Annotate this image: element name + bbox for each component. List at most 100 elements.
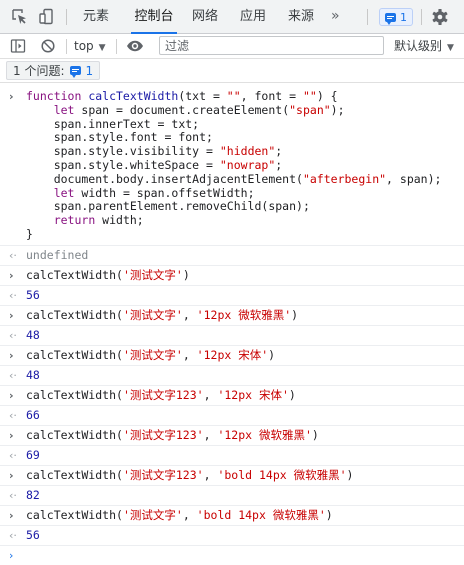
log-level-select[interactable]: 默认级别 ▼ bbox=[394, 34, 454, 58]
code-token: calcTextWidth bbox=[26, 307, 117, 322]
code-punct: ( bbox=[116, 267, 123, 282]
code-token: '测试文字123' bbox=[122, 387, 204, 402]
tab-elements[interactable]: 元素 bbox=[79, 0, 113, 33]
result-value: 56 bbox=[26, 527, 40, 542]
code-token: ); bbox=[330, 102, 345, 117]
console-result-entry: ‹· 69 bbox=[0, 446, 464, 466]
result-value: 56 bbox=[26, 287, 40, 302]
filter-input[interactable] bbox=[159, 36, 384, 55]
code-token: , span); bbox=[386, 171, 442, 186]
code-token: '测试文字' bbox=[122, 347, 183, 362]
tab-console[interactable]: 控制台 bbox=[131, 0, 177, 34]
code-token: '12px 微软雅黑' bbox=[217, 427, 312, 442]
caret-down-icon: ▼ bbox=[98, 43, 106, 53]
code-line: calcTextWidth('测试文字', 'bold 14px 微软雅黑') bbox=[26, 508, 333, 522]
code-line: function calcTextWidth(txt = "", font = … bbox=[26, 89, 460, 104]
issues-badge-count: 1 bbox=[400, 10, 407, 24]
clear-console-icon[interactable] bbox=[40, 38, 56, 54]
code-token: span.style.font = font; bbox=[26, 130, 213, 145]
tab-application[interactable]: 应用 bbox=[238, 0, 268, 33]
code-token: "span" bbox=[289, 102, 331, 117]
console-prompt-line[interactable]: › bbox=[0, 546, 464, 565]
code-token: (txt = bbox=[178, 89, 227, 103]
console-input-entry: › calcTextWidth('测试文字', '12px 微软雅黑') bbox=[0, 306, 464, 326]
code-line: span.style.font = font; bbox=[26, 130, 460, 145]
devtools-tab-bar: 元素 控制台 网络 应用 来源 » 1 bbox=[0, 0, 464, 34]
context-select-value: top bbox=[74, 39, 94, 53]
function-definition: function calcTextWidth(txt = "", font = … bbox=[26, 89, 460, 242]
inspect-icon[interactable] bbox=[11, 8, 29, 26]
input-prompt-icon: › bbox=[9, 468, 14, 482]
tab-network[interactable]: 网络 bbox=[190, 0, 220, 33]
result-value: 48 bbox=[26, 327, 40, 342]
settings-gear-icon[interactable] bbox=[431, 8, 449, 26]
toolbar-divider bbox=[66, 9, 67, 25]
code-punct: ) bbox=[325, 507, 333, 522]
console-input-entry: › calcTextWidth('测试文字123', '12px 微软雅黑') bbox=[0, 426, 464, 446]
code-line: calcTextWidth('测试文字', '12px 微软雅黑') bbox=[26, 308, 298, 322]
context-select[interactable]: top ▼ bbox=[74, 34, 106, 58]
code-token: ) { bbox=[316, 89, 338, 103]
code-token: "nowrap" bbox=[219, 157, 276, 172]
input-prompt-icon: › bbox=[9, 90, 14, 103]
code-line: span.innerText = txt; bbox=[26, 117, 460, 132]
code-token: span.style.visibility = bbox=[26, 144, 220, 159]
code-token: "" bbox=[226, 89, 241, 103]
result-prompt-icon: ‹· bbox=[9, 448, 17, 462]
code-line: let span = document.createElement("span"… bbox=[26, 102, 460, 118]
toolbar-divider bbox=[116, 39, 117, 54]
code-token: "" bbox=[302, 89, 317, 103]
code-token: } bbox=[26, 226, 33, 241]
device-toolbar-icon[interactable] bbox=[38, 8, 56, 26]
code-token: "afterbegin" bbox=[302, 171, 387, 186]
issues-count: 1 bbox=[85, 63, 94, 78]
console-input-entry: › calcTextWidth('测试文字', 'bold 14px 微软雅黑') bbox=[0, 506, 464, 526]
code-line: span.style.whiteSpace = "nowrap"; bbox=[26, 157, 460, 173]
code-token: calcTextWidth bbox=[26, 467, 117, 482]
code-token: , bbox=[203, 467, 218, 482]
code-token: '测试文字' bbox=[122, 507, 183, 522]
code-line: document.body.insertAdjacentElement("aft… bbox=[26, 171, 460, 187]
code-token: return bbox=[53, 213, 103, 228]
code-token: span = document.createElement( bbox=[81, 102, 290, 117]
result-prompt-icon: ‹· bbox=[9, 288, 17, 302]
code-punct: ) bbox=[288, 387, 296, 402]
eye-icon[interactable] bbox=[126, 38, 143, 54]
code-punct: ( bbox=[116, 347, 123, 362]
code-token: '12px 宋体' bbox=[196, 347, 269, 362]
result-value: 66 bbox=[26, 407, 40, 422]
code-token: '测试文字123' bbox=[122, 427, 204, 442]
code-token: , bbox=[182, 307, 197, 322]
input-prompt-icon: › bbox=[9, 548, 14, 562]
code-punct: ) bbox=[346, 467, 354, 482]
tab-sources[interactable]: 来源 bbox=[286, 0, 316, 33]
code-token: "hidden" bbox=[219, 144, 276, 159]
console-input-entry: › calcTextWidth('测试文字') bbox=[0, 266, 464, 286]
more-tabs-chevron-icon[interactable]: » bbox=[331, 0, 340, 33]
console-input-entry: › calcTextWidth('测试文字', '12px 宋体') bbox=[0, 346, 464, 366]
log-level-value: 默认级别 bbox=[394, 39, 443, 53]
console-result-entry: ‹· 66 bbox=[0, 406, 464, 426]
code-token: '12px 宋体' bbox=[217, 387, 289, 402]
code-punct: ( bbox=[116, 307, 123, 322]
input-prompt-icon: › bbox=[9, 508, 14, 522]
issues-badge[interactable]: 1 bbox=[379, 8, 413, 26]
code-punct: ) bbox=[291, 307, 299, 322]
code-punct: ) bbox=[268, 347, 276, 362]
code-token: '测试文字123' bbox=[122, 467, 204, 482]
code-token: calcTextWidth bbox=[88, 89, 179, 103]
code-token: '12px 微软雅黑' bbox=[196, 307, 292, 322]
code-token: document.body.insertAdjacentElement( bbox=[26, 171, 303, 186]
input-prompt-icon: › bbox=[9, 348, 14, 362]
code-line: return width; bbox=[26, 213, 460, 228]
issues-counter-button[interactable]: 1 个问题: 1 bbox=[6, 61, 101, 80]
result-prompt-icon: ‹· bbox=[9, 408, 17, 422]
code-token: span.style.whiteSpace = bbox=[26, 157, 220, 172]
result-prompt-icon: ‹· bbox=[9, 528, 17, 542]
code-line: let width = span.offsetWidth; bbox=[26, 186, 460, 201]
code-line: span.style.visibility = "hidden"; bbox=[26, 144, 460, 159]
console-messages[interactable]: › function calcTextWidth(txt = "", font … bbox=[0, 87, 464, 565]
sidebar-toggle-icon[interactable] bbox=[10, 38, 26, 54]
